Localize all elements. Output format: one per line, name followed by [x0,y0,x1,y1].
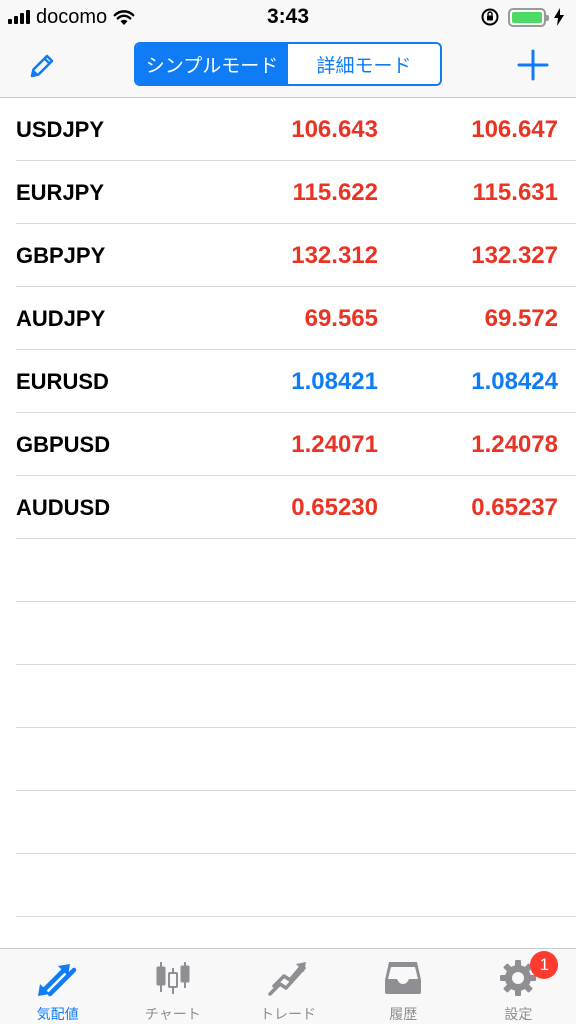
status-right [480,6,564,28]
segment-simple-mode[interactable]: シンプルモード [136,44,288,84]
quote-symbol: AUDUSD [16,495,111,520]
empty-row [0,854,576,917]
navigation-bar: シンプルモード 詳細モード [0,34,576,98]
quote-ask: 132.327 [471,242,558,269]
quote-bid: 1.24071 [291,431,378,458]
quote-ask: 1.24078 [471,431,558,458]
quote-bid: 0.65230 [291,494,378,521]
candlestick-chart-icon [151,957,195,999]
status-bar: docomo 3:43 [0,0,576,34]
quote-bid: 69.565 [304,305,378,332]
edit-pencil-icon[interactable] [26,50,58,82]
tab-settings[interactable]: 1 設定 [461,949,576,1024]
tab-quotes[interactable]: 気配値 [0,949,115,1024]
quote-row[interactable]: EURUSD 1.08421 1.08424 [0,350,576,413]
history-tray-icon [381,957,425,999]
tab-label: 設定 [504,1006,533,1022]
quote-bid: 115.622 [292,179,378,206]
quote-ask: 0.65237 [471,494,558,521]
quote-symbol: GBPJPY [16,243,106,268]
quote-symbol: AUDJPY [16,306,106,331]
quote-row[interactable]: GBPJPY 132.312 132.327 [0,224,576,287]
tab-label: 履歴 [389,1006,418,1022]
tab-label: 気配値 [36,1006,79,1022]
tab-chart[interactable]: チャート [115,949,230,1024]
quote-ask: 69.572 [484,305,558,332]
quote-row[interactable]: USDJPY 106.643 106.647 [0,98,576,161]
empty-row [0,539,576,602]
quote-bid: 1.08421 [291,368,378,395]
empty-row [0,602,576,665]
empty-row [0,728,576,791]
quote-symbol: EURJPY [16,180,105,205]
quote-ask: 1.08424 [471,368,558,395]
battery-icon [508,7,549,27]
quote-symbol: GBPUSD [16,432,111,457]
tab-history[interactable]: 履歴 [346,949,461,1024]
empty-row [0,665,576,728]
quote-list: USDJPY 106.643 106.647 EURJPY 115.622 11… [0,98,576,917]
tab-label: チャート [144,1006,201,1022]
notification-badge: 1 [530,951,559,979]
quote-row[interactable]: EURJPY 115.622 115.631 [0,161,576,224]
quote-bid: 132.312 [291,242,378,269]
tab-bar: 気配値 チャート トレード 履歴 1 設定 [0,948,576,1024]
quote-symbol: USDJPY [16,117,105,142]
quotes-arrows-icon [36,957,80,999]
add-plus-icon[interactable] [516,48,550,82]
gear-icon: 1 [496,951,559,999]
quote-row[interactable]: AUDJPY 69.565 69.572 [0,287,576,350]
tab-trade[interactable]: トレード [230,949,345,1024]
quote-bid: 106.643 [291,116,378,143]
quote-ask: 115.631 [472,179,558,206]
empty-row [0,791,576,854]
orientation-lock-icon [481,8,499,26]
trade-trend-icon [266,957,310,999]
tab-label: トレード [260,1006,316,1022]
mode-segmented-control: シンプルモード 詳細モード [134,42,442,86]
segment-detail-mode[interactable]: 詳細モード [288,44,440,84]
quote-symbol: EURUSD [16,369,109,394]
quote-ask: 106.647 [471,116,558,143]
charging-bolt-icon [554,8,564,26]
quote-row[interactable]: GBPUSD 1.24071 1.24078 [0,413,576,476]
quote-row[interactable]: AUDUSD 0.65230 0.65237 [0,476,576,539]
